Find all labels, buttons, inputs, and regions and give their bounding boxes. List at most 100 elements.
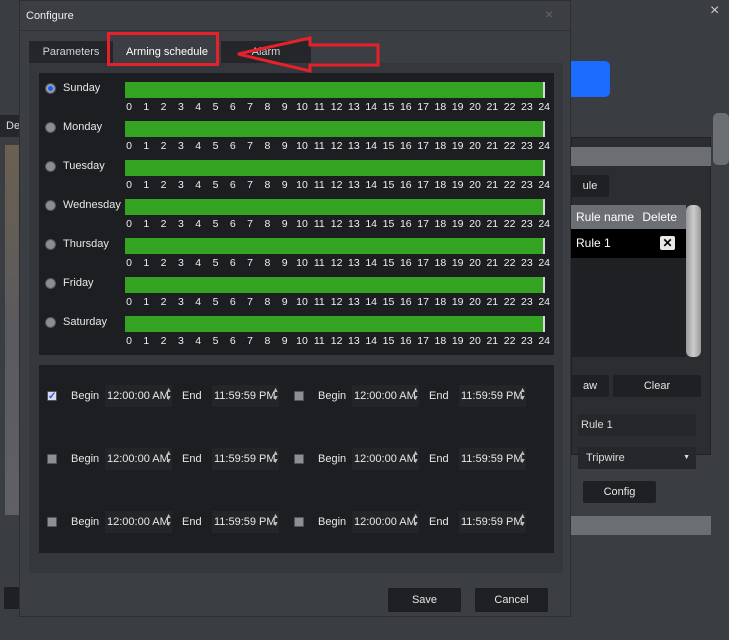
col-rule-name: Rule name bbox=[576, 210, 635, 224]
day-radio[interactable] bbox=[45, 278, 56, 289]
rule-row[interactable]: Rule 1 ✕ bbox=[571, 229, 686, 258]
end-time-input[interactable]: 11:59:59 PM ▲ ▼ bbox=[212, 511, 279, 533]
begin-label: Begin bbox=[71, 516, 100, 528]
clear-label: Clear bbox=[643, 380, 671, 392]
begin-time-input[interactable]: 12:00:00 AM ▲ ▼ bbox=[105, 511, 172, 533]
end-label: End bbox=[182, 390, 202, 402]
begin-time-input[interactable]: 12:00:00 AM ▲ ▼ bbox=[352, 385, 419, 407]
spinner-icon[interactable]: ▲ ▼ bbox=[165, 387, 172, 403]
day-radio[interactable] bbox=[45, 83, 56, 94]
day-radio[interactable] bbox=[45, 161, 56, 172]
config-label: Config bbox=[603, 486, 636, 498]
spinner-icon[interactable]: ▲ ▼ bbox=[519, 450, 526, 466]
config-button[interactable]: Config bbox=[583, 481, 656, 503]
hour-label: 5 bbox=[212, 335, 219, 347]
rule-row-name: Rule 1 bbox=[576, 236, 611, 250]
time-period: Begin 12:00:00 AM ▲ ▼ End 11:59:59 PM ▲ ▼ bbox=[286, 511, 526, 535]
draw-button[interactable]: aw bbox=[571, 375, 609, 397]
cancel-button[interactable]: Cancel bbox=[475, 588, 548, 612]
begin-label: Begin bbox=[71, 390, 100, 402]
configure-dialog: Configure × Parameters Arming schedule A… bbox=[19, 0, 571, 617]
period-checkbox[interactable] bbox=[294, 517, 304, 527]
spinner-icon[interactable]: ▲ ▼ bbox=[519, 387, 526, 403]
left-tab[interactable]: De bbox=[0, 115, 21, 137]
spinner-icon[interactable]: ▲ ▼ bbox=[272, 387, 279, 403]
rule-type-value: Tripwire bbox=[586, 452, 625, 464]
rule-name-input[interactable]: Rule 1 bbox=[578, 414, 696, 436]
end-time-input[interactable]: 11:59:59 PM ▲ ▼ bbox=[212, 385, 279, 407]
period-checkbox[interactable]: ✓ bbox=[47, 391, 57, 402]
spinner-icon[interactable]: ▲ ▼ bbox=[412, 513, 419, 529]
hour-label: 23 bbox=[521, 335, 533, 347]
tab-parameters[interactable]: Parameters bbox=[29, 41, 113, 63]
left-tab-label: De bbox=[6, 120, 21, 132]
spinner-icon[interactable]: ▲ ▼ bbox=[272, 450, 279, 466]
begin-time-value: 12:00:00 AM bbox=[354, 516, 416, 528]
end-time-value: 11:59:59 PM bbox=[214, 390, 276, 402]
armed-bar[interactable] bbox=[125, 238, 545, 254]
main-scrollbar[interactable] bbox=[713, 113, 729, 165]
time-period: ✓ Begin 12:00:00 AM ▲ ▼ End 11:59:59 PM ▲ ▼ bbox=[39, 385, 279, 409]
day-row: Saturday 0 1 2 3 4 5 6 7 8 9 10 11 12 13 14 15 16 17 18 19 2… bbox=[39, 307, 554, 347]
save-button[interactable]: Save bbox=[388, 588, 461, 612]
armed-bar[interactable] bbox=[125, 316, 545, 332]
app-close-icon[interactable]: × bbox=[710, 2, 719, 20]
begin-time-input[interactable]: 12:00:00 AM ▲ ▼ bbox=[105, 385, 172, 407]
spinner-icon[interactable]: ▲ ▼ bbox=[412, 387, 419, 403]
period-checkbox[interactable] bbox=[294, 391, 304, 401]
end-label: End bbox=[429, 453, 449, 465]
hour-label: 16 bbox=[399, 335, 412, 347]
day-radio[interactable] bbox=[45, 317, 56, 328]
hour-label: 17 bbox=[417, 335, 429, 347]
end-time-input[interactable]: 11:59:59 PM ▲ ▼ bbox=[459, 385, 526, 407]
day-radio[interactable] bbox=[45, 122, 56, 133]
right-header-bar bbox=[571, 147, 711, 166]
end-time-input[interactable]: 11:59:59 PM ▲ ▼ bbox=[459, 448, 526, 470]
end-time-value: 11:59:59 PM bbox=[214, 453, 276, 465]
hour-label: 13 bbox=[348, 335, 360, 347]
end-time-input[interactable]: 11:59:59 PM ▲ ▼ bbox=[212, 448, 279, 470]
period-checkbox[interactable] bbox=[47, 517, 57, 527]
period-checkbox[interactable] bbox=[294, 454, 304, 464]
period-checkbox[interactable] bbox=[47, 454, 57, 464]
spinner-icon[interactable]: ▲ ▼ bbox=[412, 450, 419, 466]
end-time-input[interactable]: 11:59:59 PM ▲ ▼ bbox=[459, 511, 526, 533]
rule-table: Rule name Delete Rule 1 ✕ bbox=[571, 205, 686, 357]
day-radio[interactable] bbox=[45, 239, 56, 250]
spinner-icon[interactable]: ▲ ▼ bbox=[165, 450, 172, 466]
begin-time-input[interactable]: 12:00:00 AM ▲ ▼ bbox=[105, 448, 172, 470]
day-radio[interactable] bbox=[45, 200, 56, 211]
spinner-icon[interactable]: ▲ ▼ bbox=[165, 513, 172, 529]
add-rule-label: ule bbox=[582, 180, 598, 192]
hour-label: 15 bbox=[382, 335, 395, 347]
arrow-annotation bbox=[237, 36, 380, 73]
begin-time-input[interactable]: 12:00:00 AM ▲ ▼ bbox=[352, 511, 419, 533]
clear-button[interactable]: Clear bbox=[613, 375, 701, 397]
armed-bar[interactable] bbox=[125, 277, 545, 293]
day-name: Saturday bbox=[63, 316, 108, 328]
col-delete: Delete bbox=[642, 210, 678, 224]
hour-label: 1 bbox=[143, 335, 150, 347]
spinner-icon[interactable]: ▲ ▼ bbox=[519, 513, 526, 529]
right-footer-bar bbox=[571, 516, 711, 535]
hour-label: 4 bbox=[195, 335, 202, 347]
hour-label: 11 bbox=[313, 335, 325, 347]
armed-bar[interactable] bbox=[125, 199, 545, 215]
hour-label: 9 bbox=[281, 335, 288, 347]
rule-name-value: Rule 1 bbox=[581, 419, 613, 431]
armed-bar[interactable] bbox=[125, 160, 545, 176]
end-label: End bbox=[429, 390, 449, 402]
add-rule-button[interactable]: ule bbox=[571, 175, 609, 197]
time-period: Begin 12:00:00 AM ▲ ▼ End 11:59:59 PM ▲ ▼ bbox=[286, 385, 526, 409]
dialog-close-icon[interactable]: × bbox=[545, 6, 553, 22]
left-button[interactable] bbox=[4, 587, 19, 609]
armed-bar[interactable] bbox=[125, 82, 545, 98]
rule-table-scrollbar[interactable] bbox=[686, 205, 701, 357]
spinner-icon[interactable]: ▲ ▼ bbox=[272, 513, 279, 529]
begin-time-input[interactable]: 12:00:00 AM ▲ ▼ bbox=[352, 448, 419, 470]
begin-time-value: 12:00:00 AM bbox=[107, 390, 169, 402]
rule-type-select[interactable]: Tripwire ▼ bbox=[578, 447, 696, 469]
armed-bar[interactable] bbox=[125, 121, 545, 137]
begin-time-value: 12:00:00 AM bbox=[107, 516, 169, 528]
delete-rule-icon[interactable]: ✕ bbox=[660, 236, 675, 250]
